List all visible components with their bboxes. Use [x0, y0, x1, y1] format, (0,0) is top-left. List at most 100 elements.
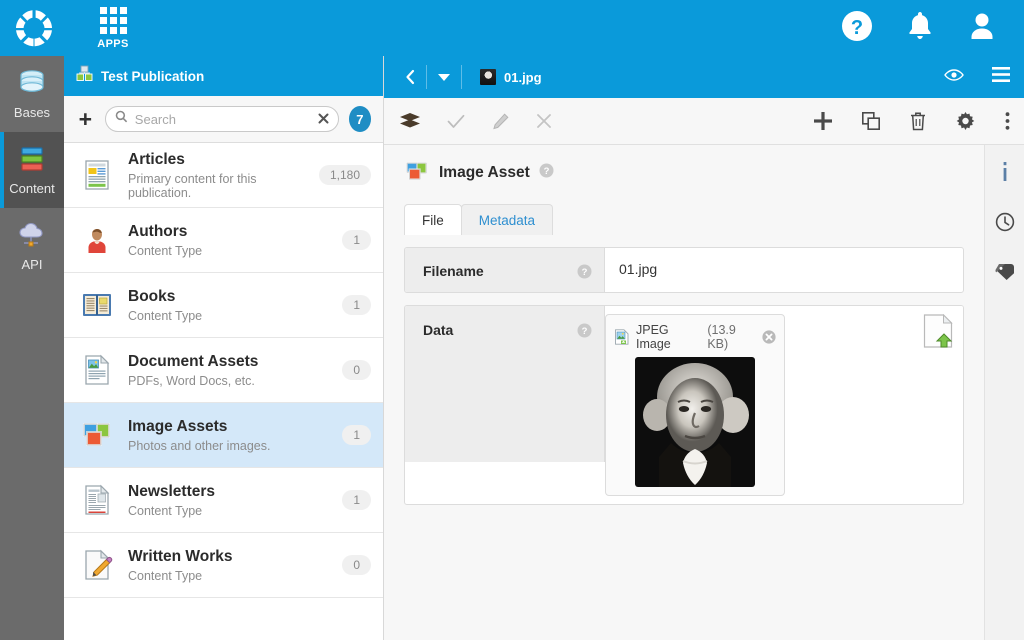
author-person-icon [80, 223, 114, 257]
upload-file-button[interactable] [923, 306, 963, 353]
apps-grid-icon [100, 7, 127, 34]
upload-file-icon [923, 335, 953, 352]
list-search-bar: + 7 [64, 96, 383, 143]
list-item-document-assets[interactable]: Document Assets PDFs, Word Docs, etc. 0 [64, 338, 383, 403]
asset-title: Image Asset [439, 164, 530, 182]
data-label-cell: Data ? [405, 306, 605, 462]
rail-item-label: API [22, 257, 43, 272]
list-item-text: Document Assets PDFs, Word Docs, etc. [128, 352, 342, 387]
add-content-button[interactable]: + [76, 108, 95, 131]
chevron-down-icon[interactable] [427, 56, 461, 98]
list-item-subtitle: Photos and other images. [128, 439, 342, 453]
tab-file[interactable]: File [404, 204, 462, 235]
trash-delete-icon[interactable] [910, 112, 926, 131]
content-type-list: Articles Primary content for this public… [64, 143, 383, 598]
header-divider [461, 65, 462, 89]
publication-header: Test Publication [64, 56, 383, 96]
plus-icon[interactable] [814, 112, 832, 130]
document-header: 01.jpg [384, 56, 1024, 98]
list-item-books[interactable]: Books Content Type 1 [64, 273, 383, 338]
list-item-name: Books [128, 287, 342, 306]
info-panel-button[interactable] [991, 161, 1019, 187]
gear-settings-icon[interactable] [956, 112, 975, 131]
user-avatar-icon[interactable] [966, 9, 998, 48]
database-icon [15, 68, 49, 100]
history-panel-button[interactable] [991, 211, 1019, 237]
kebab-more-icon[interactable] [1005, 112, 1010, 130]
help-icon[interactable]: ? [577, 323, 592, 338]
list-item-text: Image Assets Photos and other images. [128, 417, 342, 452]
help-icon[interactable]: ? [539, 163, 554, 183]
file-type-label: JPEG Image [636, 323, 701, 351]
svg-text:?: ? [851, 17, 863, 39]
list-item-image-assets[interactable]: Image Assets Photos and other images. 1 [64, 403, 383, 468]
list-item-name: Document Assets [128, 352, 342, 371]
pencil-edit-icon [492, 113, 509, 130]
svg-text:?: ? [582, 326, 588, 337]
list-item-articles[interactable]: Articles Primary content for this public… [64, 143, 383, 208]
document-title: 01.jpg [504, 70, 542, 85]
rail-item-content[interactable]: Content [0, 132, 64, 208]
left-rail: Bases Content API [0, 56, 64, 640]
list-item-text: Written Works Content Type [128, 547, 342, 582]
list-item-name: Image Assets [128, 417, 342, 436]
tags-panel-button[interactable] [991, 261, 1019, 287]
list-item-subtitle: Content Type [128, 504, 342, 518]
info-icon [1001, 162, 1009, 187]
filename-value: 01.jpg [605, 248, 963, 292]
list-item-count: 1 [342, 295, 371, 315]
list-item-name: Authors [128, 222, 342, 241]
filename-label: Filename [423, 263, 577, 279]
rail-item-api[interactable]: API [0, 208, 64, 284]
asset-tabs: File Metadata [404, 203, 964, 235]
attached-file-card[interactable]: JPEG Image (13.9 KB) [605, 314, 785, 496]
data-value-cell: JPEG Image (13.9 KB) [605, 306, 963, 504]
stack-layers-icon[interactable] [400, 113, 420, 129]
search-input[interactable] [135, 112, 311, 127]
copy-duplicate-icon[interactable] [862, 112, 880, 130]
filename-value-cell[interactable]: 01.jpg [605, 248, 963, 292]
list-item-count: 1 [342, 490, 371, 510]
list-item-newsletters[interactable]: Newsletters Content Type 1 [64, 468, 383, 533]
list-item-authors[interactable]: Authors Content Type 1 [64, 208, 383, 273]
tags-icon [994, 263, 1016, 286]
apps-button[interactable]: APPS [86, 7, 140, 50]
remove-circle-icon[interactable] [762, 330, 776, 344]
hamburger-menu-icon[interactable] [992, 67, 1010, 87]
apps-label: APPS [97, 38, 129, 50]
rail-item-label: Content [9, 181, 55, 196]
tab-metadata[interactable]: Metadata [461, 204, 553, 235]
field-row-data: Data ? [404, 305, 964, 505]
field-row-filename: Filename ? 01.jpg [404, 247, 964, 293]
list-item-subtitle: Content Type [128, 244, 342, 258]
written-works-icon [80, 548, 114, 582]
cloud-api-icon [15, 220, 49, 252]
bell-icon[interactable] [904, 9, 936, 48]
clear-x-icon[interactable] [318, 112, 329, 126]
document-asset-icon [80, 353, 114, 387]
eye-preview-icon[interactable] [944, 68, 964, 87]
svg-text:?: ? [582, 267, 588, 278]
search-field-wrapper[interactable] [105, 106, 339, 132]
list-item-text: Newsletters Content Type [128, 482, 342, 517]
help-circle-icon[interactable]: ? [840, 9, 874, 48]
top-bar-actions: ? [840, 9, 998, 48]
document-thumbnail-icon [480, 69, 496, 85]
list-item-subtitle: Content Type [128, 569, 342, 583]
help-icon[interactable]: ? [577, 264, 592, 279]
file-card-header: JPEG Image (13.9 KB) [614, 323, 776, 351]
content-layers-icon [15, 144, 49, 176]
list-item-name: Newsletters [128, 482, 342, 501]
rail-item-bases[interactable]: Bases [0, 56, 64, 132]
list-item-subtitle: PDFs, Word Docs, etc. [128, 374, 342, 388]
document-title-group: 01.jpg [480, 69, 542, 85]
chevron-left-icon[interactable] [394, 56, 426, 98]
detail-toolbar [384, 98, 1024, 145]
circular-logo-icon[interactable] [12, 6, 56, 50]
list-item-text: Authors Content Type [128, 222, 342, 257]
list-item-text: Articles Primary content for this public… [128, 150, 319, 199]
list-item-written-works[interactable]: Written Works Content Type 0 [64, 533, 383, 598]
svg-text:?: ? [543, 166, 549, 177]
result-count-badge[interactable]: 7 [349, 106, 371, 132]
search-icon [115, 110, 128, 128]
